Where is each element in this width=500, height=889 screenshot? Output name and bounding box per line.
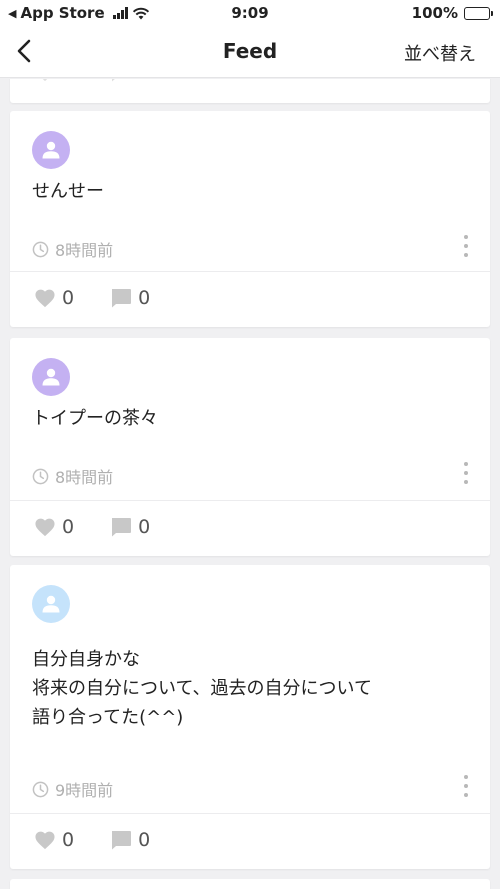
status-right: 100%: [411, 4, 493, 22]
divider: [10, 271, 490, 272]
divider: [10, 500, 490, 501]
comment-icon: [112, 831, 132, 850]
like-count: 0: [62, 79, 74, 83]
comment-icon: [112, 518, 132, 537]
more-options-icon[interactable]: [458, 462, 474, 484]
post-card-partial: 0 0: [10, 79, 490, 103]
more-options-icon[interactable]: [458, 235, 474, 257]
post-actions: 0 0: [34, 829, 150, 851]
like-count: 0: [62, 516, 75, 538]
post-time: 8時間前: [55, 468, 114, 487]
post-text: 自分自身かな 将来の自分について、過去の自分について 語り合ってた(^^): [32, 649, 373, 728]
like-button[interactable]: 0: [34, 829, 74, 851]
status-bar: ◀ App Store 9:09 100%: [0, 0, 500, 26]
avatar[interactable]: [32, 131, 70, 169]
comment-button[interactable]: 0: [110, 516, 150, 538]
post-text: せんせー: [32, 181, 104, 202]
like-button[interactable]: 0: [34, 287, 74, 309]
post-card[interactable]: 自分自身かな 将来の自分について、過去の自分について 語り合ってた(^^) 9時…: [10, 565, 490, 869]
divider: [10, 813, 490, 814]
comment-count: 0: [138, 829, 151, 851]
post-actions: 0 0: [34, 79, 150, 83]
clock-icon: [32, 241, 49, 257]
heart-icon: [35, 289, 55, 308]
sort-button[interactable]: 並べ替え: [404, 40, 476, 66]
post-actions: 0 0: [34, 516, 150, 538]
comment-count: 0: [138, 79, 150, 83]
post-time: 9時間前: [55, 781, 114, 800]
like-button[interactable]: 0: [34, 516, 74, 538]
heart-icon: [42, 79, 48, 82]
comment-button[interactable]: 0: [110, 829, 150, 851]
user-icon: [42, 368, 60, 386]
avatar[interactable]: [32, 585, 70, 623]
clock-icon: [32, 781, 49, 797]
comment-button[interactable]: 0: [110, 287, 150, 309]
comment-count: 0: [138, 516, 151, 538]
post-card[interactable]: トイプーの茶々 8時間前 0 0: [10, 338, 490, 556]
heart-icon: [35, 831, 55, 850]
post-card-partial: [10, 879, 490, 889]
clock-icon: [32, 468, 49, 484]
comment-count: 0: [138, 287, 151, 309]
post-time: 8時間前: [55, 241, 114, 260]
avatar[interactable]: [32, 358, 70, 396]
navigation-bar: Feed 並べ替え: [0, 26, 500, 78]
user-icon: [42, 141, 60, 159]
comment-button[interactable]: 0: [110, 79, 150, 83]
user-icon: [42, 595, 60, 613]
post-meta: 9時間前: [32, 777, 113, 801]
like-button[interactable]: 0: [34, 79, 74, 83]
comment-icon: [112, 79, 115, 82]
heart-icon: [35, 518, 55, 537]
post-actions: 0 0: [34, 287, 150, 309]
post-card[interactable]: せんせー 8時間前 0 0: [10, 111, 490, 327]
feed-list[interactable]: 0 0 せんせー 8時間前 0 0: [0, 79, 500, 889]
post-meta: 8時間前: [32, 464, 113, 488]
comment-icon: [112, 289, 132, 308]
battery-percent: 100%: [411, 4, 458, 22]
battery-icon: [464, 6, 493, 20]
more-options-icon[interactable]: [458, 775, 474, 797]
post-meta: 8時間前: [32, 237, 113, 261]
like-count: 0: [62, 287, 75, 309]
post-text: トイプーの茶々: [32, 408, 158, 429]
like-count: 0: [62, 829, 75, 851]
